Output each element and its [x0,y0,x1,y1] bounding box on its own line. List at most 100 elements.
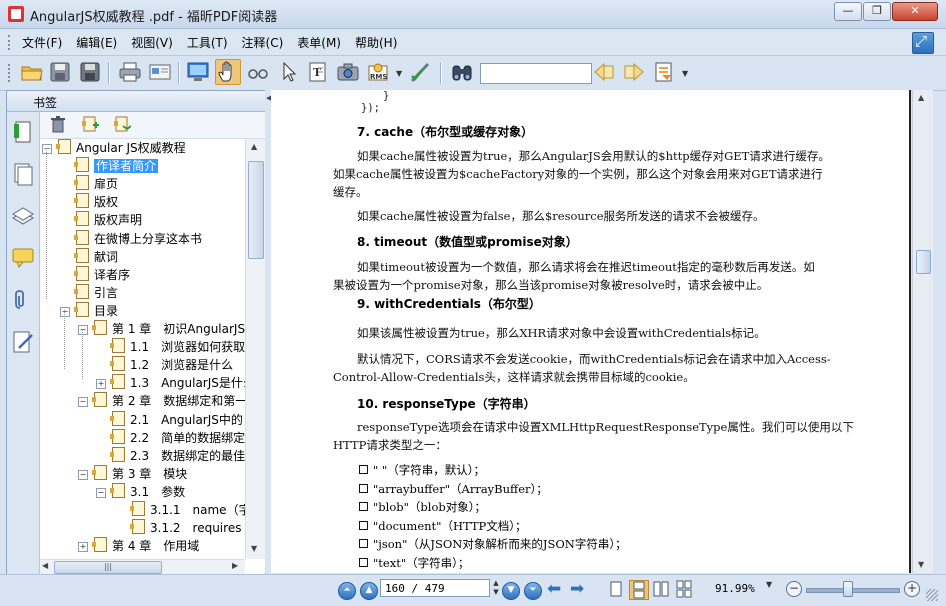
text-select-icon[interactable]: T [306,60,330,84]
bookmark-item[interactable]: − Angular JS权威教程 [42,139,186,157]
back-arrow-icon[interactable]: ⬅ [547,579,561,599]
menu-item[interactable]: 表单(M) [297,34,341,51]
binoculars-icon[interactable] [450,60,474,84]
collapse-icon[interactable]: − [60,306,70,317]
continuous-facing-view-icon[interactable] [675,580,693,598]
menu-item[interactable]: 编辑(E) [76,34,117,51]
scroll-right-icon[interactable]: ▶ [232,561,238,570]
forward-arrow-icon[interactable]: ➡ [570,579,584,599]
email-icon[interactable] [148,60,172,84]
bookmark-item[interactable]: 3.1.2 requires [116,519,241,537]
comments-icon[interactable] [11,246,35,270]
restore-button[interactable]: ❐ [863,2,891,21]
rms-icon[interactable]: RMS [366,60,390,84]
previous-page-icon[interactable]: ▲ [360,582,378,600]
zoom-out-button[interactable]: − [786,581,802,597]
open-folder-icon[interactable] [20,60,44,84]
highlight-icon[interactable] [652,60,676,84]
bookmark-item[interactable]: 2.1 AngularJS中的 [96,410,243,429]
collapse-icon[interactable]: − [78,469,88,480]
page-spinner[interactable]: ▲ ▼ [490,579,502,597]
bookmark-item[interactable]: 引言 [60,283,118,302]
sign-icon[interactable] [408,60,432,84]
prev-result-icon[interactable] [592,60,616,84]
search-input[interactable] [480,63,592,84]
bookmark-item[interactable]: 在微博上分享这本书 [60,229,202,248]
zoom-slider-track[interactable] [806,588,900,593]
bookmarks-tab-icon[interactable] [11,120,35,144]
next-page-icon[interactable]: ▼ [502,582,520,600]
page-thumbnails-icon[interactable] [11,162,35,186]
scroll-up-icon[interactable]: ▲ [918,93,924,102]
first-page-icon[interactable]: ⏶ [338,582,356,600]
expand-icon[interactable]: + [96,379,106,390]
bookmark-item[interactable]: 版权 [60,193,118,211]
attachments-icon[interactable] [11,288,35,312]
save-as-icon[interactable] [78,60,102,84]
bookmark-item[interactable]: 扉页 [60,175,118,193]
bookmark-item[interactable]: 3.1.1 name（字 [116,501,245,519]
scroll-left-icon[interactable]: ◀ [42,561,48,570]
camera-icon[interactable] [336,60,360,84]
bookmark-item[interactable]: 1.1 浏览器如何获取 [96,338,245,356]
scroll-down-icon[interactable]: ▼ [918,560,924,569]
collapse-icon[interactable]: − [96,487,106,498]
zoom-in-button[interactable]: + [904,581,920,597]
next-result-icon[interactable] [622,60,646,84]
bookmark-item[interactable]: + 第 4 章 作用域 [78,537,199,555]
zoom-dropdown-icon[interactable]: ▼ [766,580,772,589]
bookmark-item[interactable]: +1.3 AngularJS是什么 [96,374,245,392]
collapse-icon[interactable]: − [78,397,88,408]
collapse-icon[interactable]: − [78,325,88,335]
menu-item[interactable]: 帮助(H) [355,34,397,51]
bookmark-item[interactable]: − 第 3 章 模块 [78,464,187,483]
document-scroll-thumb[interactable] [916,250,931,274]
collapse-icon[interactable]: − [42,144,52,154]
bookmark-item[interactable]: − 3.1 参数 [96,482,185,501]
menu-item[interactable]: 文件(F) [22,34,62,51]
expand-view-icon[interactable] [912,32,934,54]
bookmark-hscroll-thumb[interactable]: ||| [54,561,162,574]
bookmark-item[interactable]: − 第 1 章 初识AngularJS [78,320,245,338]
bookmark-item[interactable]: 2.2 简单的数据绑定 [96,428,245,447]
highlight-dropdown-icon[interactable]: ▼ [682,69,688,78]
close-button[interactable]: ✕ [892,2,938,21]
add-bookmark-icon[interactable] [82,116,99,136]
hand-tool-icon[interactable] [215,59,241,85]
single-page-view-icon[interactable] [607,580,625,598]
select-arrow-icon[interactable] [276,60,300,84]
snapshot-zoom-icon[interactable] [246,60,270,84]
fullscreen-icon[interactable] [186,60,210,84]
bookmark-item[interactable]: − 目录 [60,301,118,320]
add-child-bookmark-icon[interactable] [114,116,132,136]
resize-grip-icon[interactable] [926,589,938,601]
zoom-slider-thumb[interactable] [843,581,853,597]
print-icon[interactable] [118,60,142,84]
bookmark-item[interactable]: 献词 [60,247,118,266]
menu-item[interactable]: 视图(V) [131,34,173,51]
document-vertical-scrollbar[interactable]: ▲ ▼ [912,90,933,573]
bookmark-item[interactable]: 2.3 数据绑定的最佳 [96,446,245,465]
delete-bookmark-icon[interactable] [50,116,66,136]
bookmark-item[interactable]: 版权声明 [60,211,142,229]
bookmark-item[interactable]: 1.2 浏览器是什么 [96,356,233,374]
layers-icon[interactable] [11,204,35,228]
rms-dropdown-icon[interactable]: ▼ [396,69,402,78]
bookmark-item[interactable]: 译者序 [60,265,130,284]
bookmark-horizontal-scrollbar[interactable]: ◀ ||| ▶ [40,559,245,574]
bookmark-vertical-scrollbar[interactable]: ▲ ▼ [245,139,265,559]
expand-icon[interactable]: + [78,542,88,553]
menu-item[interactable]: 注释(C) [242,34,284,51]
facing-view-icon[interactable] [652,580,670,598]
scroll-down-icon[interactable]: ▼ [251,544,257,553]
bookmark-item[interactable]: 作译者简介 [60,157,159,175]
minimize-button[interactable]: — [834,2,862,21]
continuous-view-icon[interactable] [629,580,649,600]
menu-item[interactable]: 工具(T) [187,34,228,51]
save-icon[interactable] [48,60,72,84]
bookmark-scroll-thumb[interactable] [248,161,264,259]
scroll-up-icon[interactable]: ▲ [251,142,257,151]
bookmark-item[interactable]: − 第 2 章 数据绑定和第一 [78,392,245,410]
last-page-icon[interactable]: ⏷ [524,582,542,600]
page-number-field[interactable]: 160 / 479 [380,579,490,597]
